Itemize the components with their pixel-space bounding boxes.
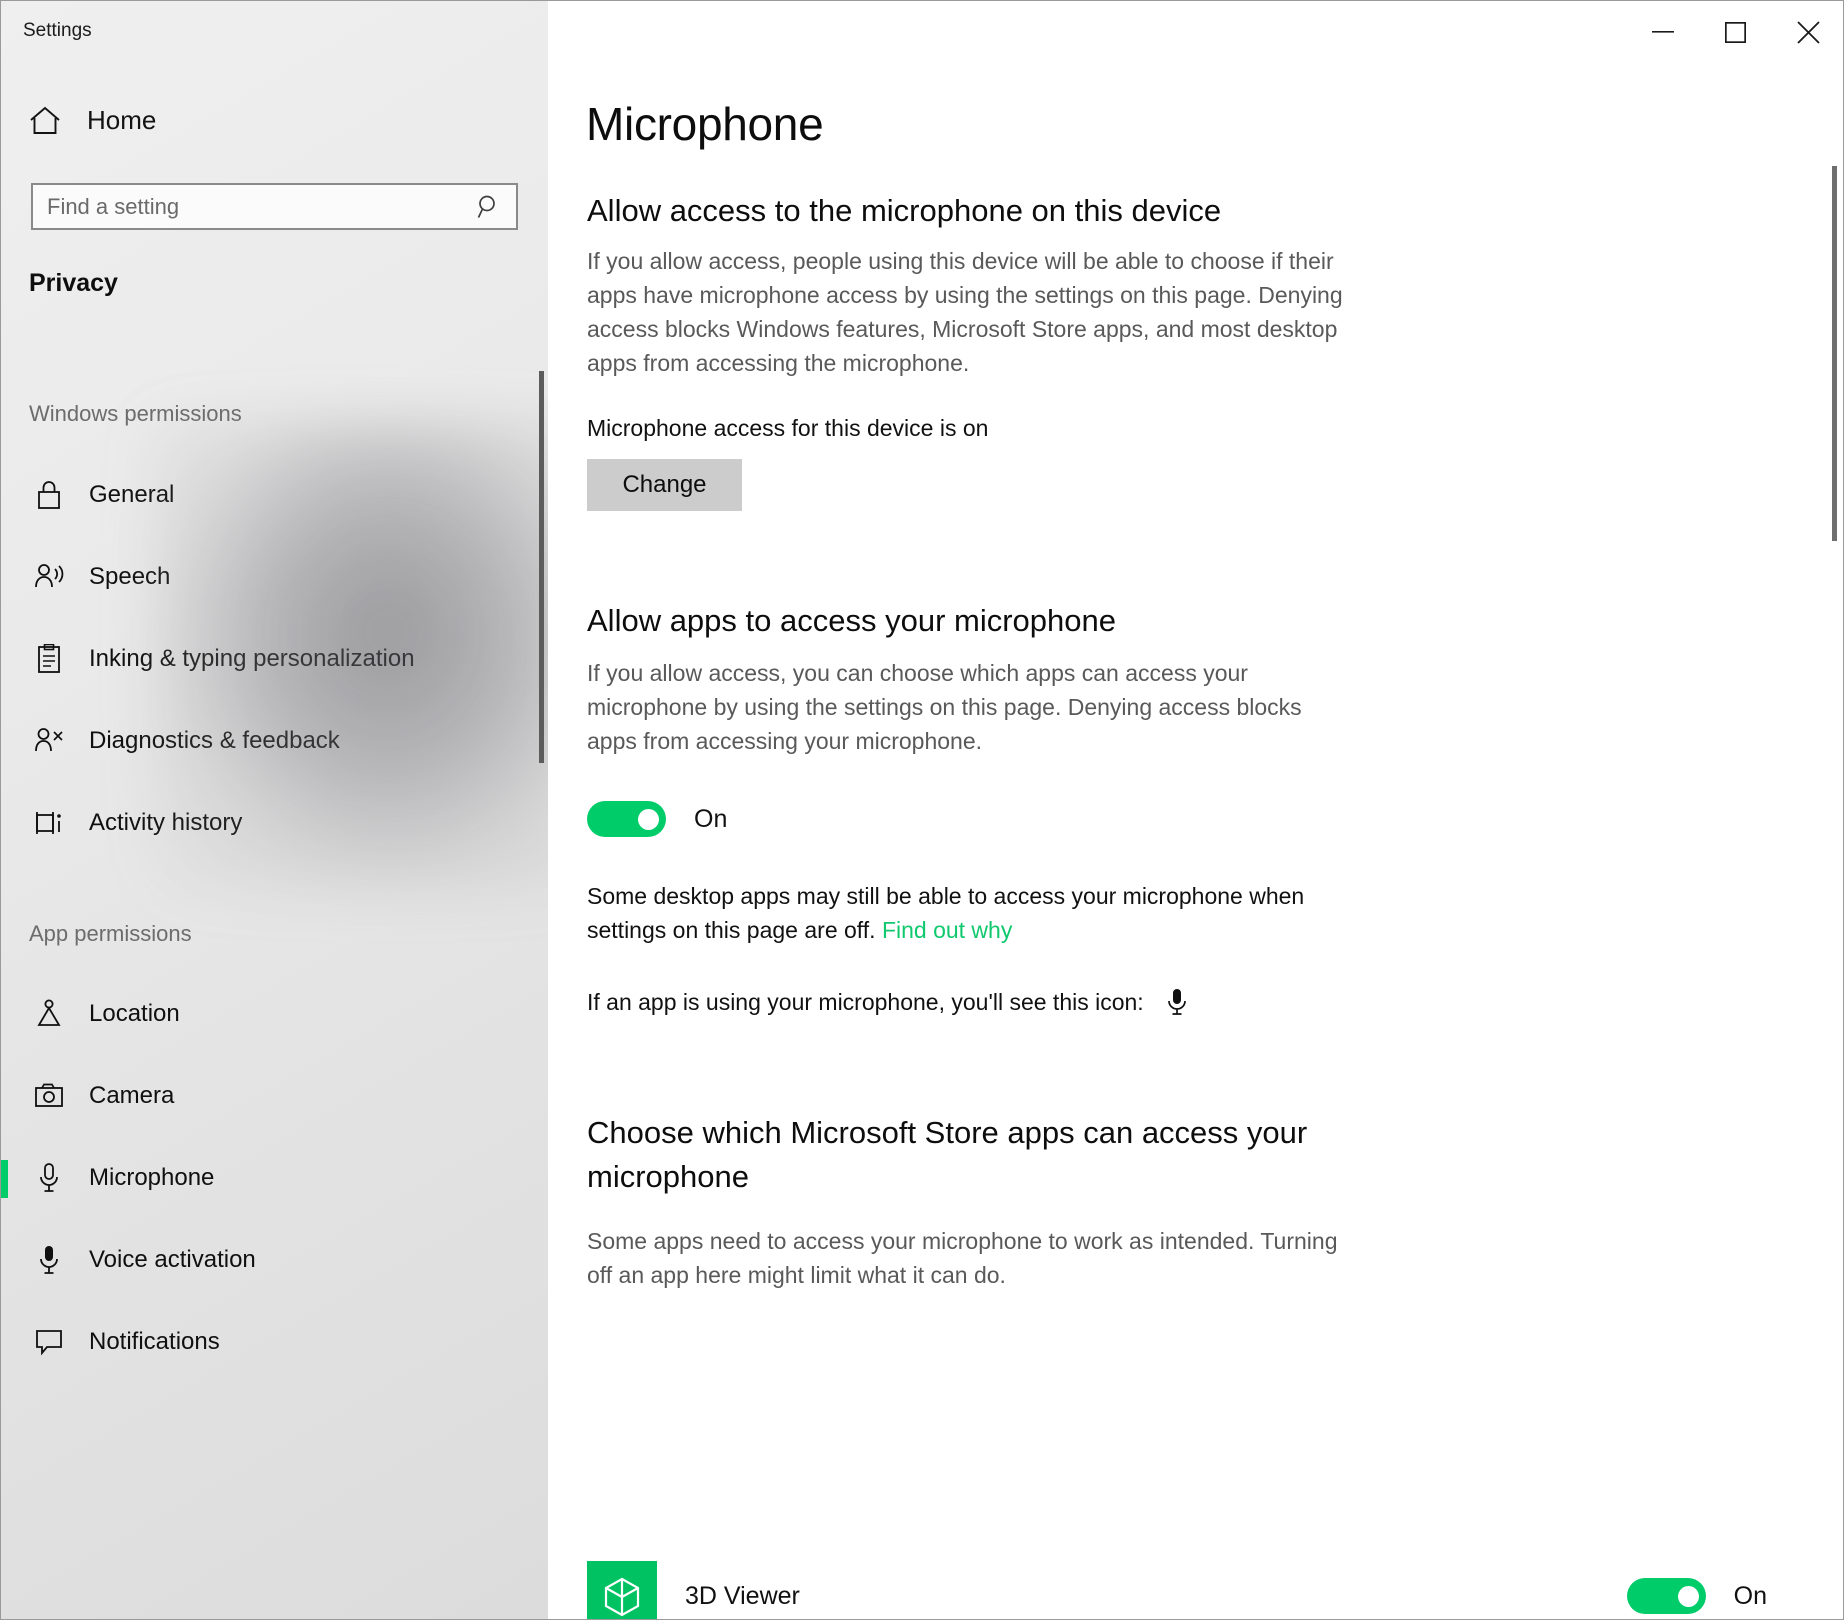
section-description-device-access: If you allow access, people using this d…	[587, 248, 1343, 377]
sidebar-item-label: Microphone	[89, 1164, 215, 1191]
sidebar-item-label: General	[89, 481, 175, 508]
sidebar-item-inking-typing[interactable]: Inking & typing personalization	[1, 628, 548, 690]
clipboard-icon	[27, 644, 71, 674]
sidebar-item-notifications[interactable]: Notifications	[1, 1311, 548, 1373]
apps-microphone-toggle-label: On	[694, 804, 728, 833]
sidebar-item-label: Activity history	[89, 809, 243, 836]
section-heading-device-access: Allow access to the microphone on this d…	[587, 193, 1222, 228]
section-description-store-apps: Some apps need to access your microphone…	[587, 1228, 1338, 1289]
app-name: 3D Viewer	[685, 1581, 800, 1610]
section-description-apps-access: If you allow access, you can choose whic…	[587, 660, 1302, 755]
sidebar-item-activity-history[interactable]: Activity history	[1, 792, 548, 854]
device-access-status: Microphone access for this device is on	[587, 415, 989, 441]
activity-icon	[27, 809, 71, 837]
sidebar-item-home[interactable]: Home	[29, 105, 156, 136]
main-scrollbar[interactable]	[1832, 166, 1837, 541]
sidebar-item-location[interactable]: Location	[1, 983, 548, 1045]
section-heading-apps-access: Allow apps to access your microphone	[587, 603, 1116, 638]
sidebar-item-diagnostics-feedback[interactable]: Diagnostics & feedback	[1, 710, 548, 772]
sidebar-item-label: Voice activation	[89, 1246, 256, 1273]
search-input[interactable]	[33, 185, 477, 228]
toggle-knob	[638, 809, 659, 830]
microphone-indicator-icon	[1166, 987, 1188, 1017]
group-label-app-permissions: App permissions	[29, 921, 192, 946]
sidebar-item-speech[interactable]: Speech	[1, 546, 548, 608]
group-label-windows-permissions: Windows permissions	[29, 401, 242, 426]
apps-microphone-toggle[interactable]	[587, 801, 666, 837]
sidebar-item-microphone[interactable]: Microphone	[1, 1147, 548, 1209]
window-controls	[1626, 1, 1843, 63]
sidebar-scrollbar[interactable]	[539, 371, 544, 763]
desktop-apps-note: Some desktop apps may still be able to a…	[587, 879, 1367, 947]
notifications-icon	[27, 1328, 71, 1356]
sidebar-item-camera[interactable]: Camera	[1, 1065, 548, 1127]
sidebar-scroll-area: Home Privacy Windows permissions	[1, 1, 548, 1619]
maximize-button[interactable]	[1699, 1, 1772, 63]
section-heading-store-apps: Choose which Microsoft Store apps can ac…	[587, 1115, 1308, 1195]
home-label: Home	[87, 105, 157, 135]
settings-window: Settings Home Find a setting Privacy Win…	[0, 0, 1844, 1620]
main-content: Microphone Allow access to the microphon…	[549, 1, 1843, 1619]
location-icon	[27, 999, 71, 1029]
microphone-in-use-note: If an app is using your microphone, you'…	[587, 987, 1188, 1017]
lock-icon	[27, 480, 71, 510]
app-permission-row: 3D Viewer On	[587, 1561, 1767, 1619]
app-toggle-label: On	[1733, 1581, 1767, 1610]
sidebar-item-label: Speech	[89, 563, 171, 590]
apps-microphone-toggle-row: On	[587, 801, 727, 837]
toggle-knob	[1677, 1586, 1699, 1607]
camera-icon	[27, 1083, 71, 1109]
search-icon[interactable]	[477, 194, 516, 219]
sidebar-item-general[interactable]: General	[1, 464, 548, 526]
sidebar-item-voice-activation[interactable]: Voice activation	[1, 1229, 548, 1291]
voice-activation-icon	[27, 1244, 71, 1276]
home-icon	[29, 106, 61, 136]
category-title: Privacy	[29, 269, 118, 297]
speech-icon	[27, 563, 71, 591]
sidebar-item-label: Diagnostics & feedback	[89, 727, 340, 754]
minimize-button[interactable]	[1626, 1, 1699, 63]
close-button[interactable]	[1772, 1, 1843, 63]
app-microphone-toggle[interactable]	[1626, 1578, 1706, 1614]
title-bar: Settings	[1, 1, 1843, 63]
sidebar-item-label: Camera	[89, 1082, 175, 1109]
sidebar-item-label: Inking & typing personalization	[89, 645, 415, 672]
app-toggle-wrap: On	[1626, 1578, 1767, 1614]
change-button[interactable]: Change	[587, 459, 742, 511]
cube-icon	[587, 1561, 657, 1619]
feedback-icon	[27, 727, 71, 755]
find-out-why-link[interactable]: Find out why	[882, 917, 1012, 943]
sidebar: Home Privacy Windows permissions	[1, 1, 548, 1619]
page-title: Microphone	[586, 98, 824, 150]
sidebar-item-label: Location	[89, 1000, 180, 1027]
search-box[interactable]	[31, 183, 518, 230]
window-title: Settings	[23, 20, 92, 41]
microphone-icon	[27, 1162, 71, 1194]
microphone-in-use-text: If an app is using your microphone, you'…	[587, 988, 1144, 1015]
sidebar-item-label: Notifications	[89, 1328, 220, 1355]
